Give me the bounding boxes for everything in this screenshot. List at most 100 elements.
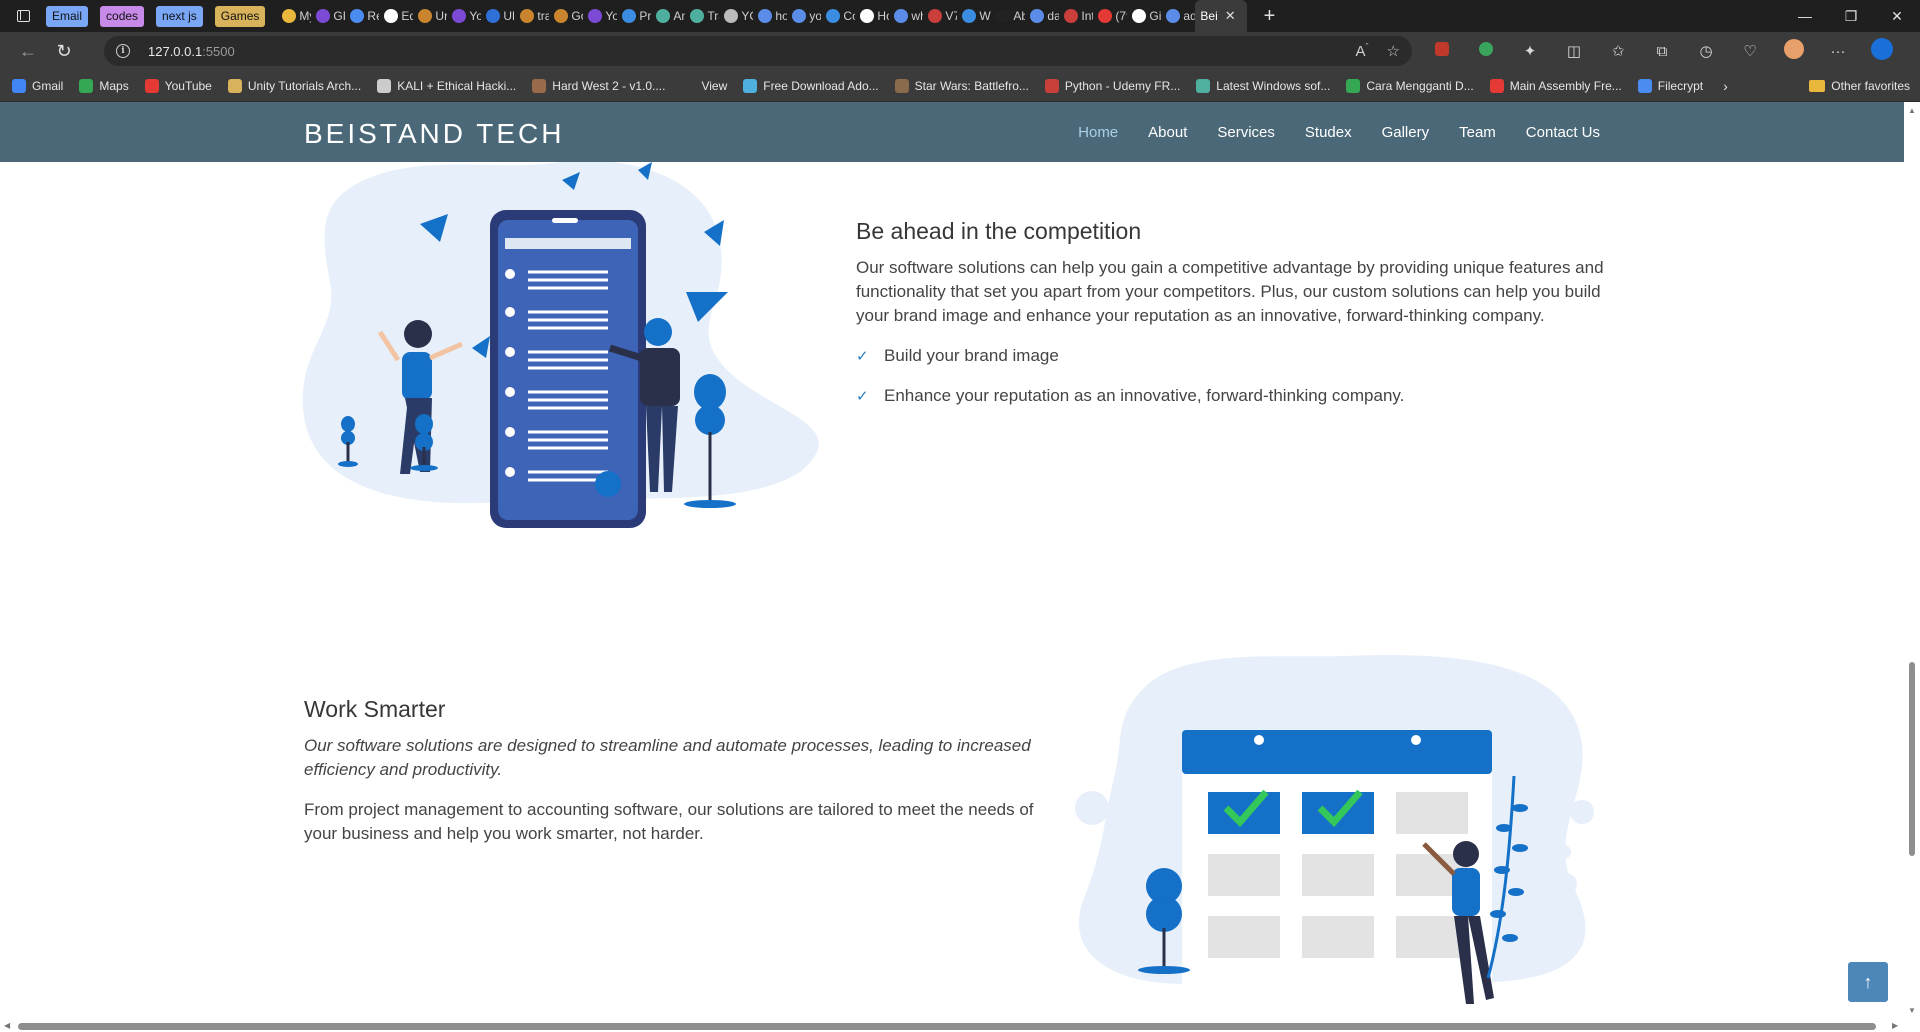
bookmark-item[interactable]: KALI + Ethical Hacki...: [377, 78, 516, 93]
horizontal-scroll-thumb[interactable]: [18, 1023, 1876, 1030]
nav-home[interactable]: Home: [1078, 124, 1118, 141]
chevron-right-icon[interactable]: ›: [1723, 78, 1728, 94]
bookmark-item[interactable]: Unity Tutorials Arch...: [227, 78, 361, 93]
list-item: ✓ Build your brand image: [856, 346, 1404, 386]
vertical-scroll-thumb[interactable]: [1909, 662, 1915, 856]
horizontal-scrollbar[interactable]: ◀ ▶: [0, 1020, 1904, 1032]
browser-tab[interactable]: Yo: [447, 0, 481, 32]
vertical-scrollbar[interactable]: ▲ ▼: [1904, 102, 1920, 1020]
other-favorites[interactable]: Other favorites: [1809, 79, 1910, 93]
favorite-star-icon[interactable]: ☆: [1387, 42, 1400, 60]
tab-favicon-icon: [588, 9, 603, 23]
tab-actions-icon[interactable]: [0, 0, 46, 32]
back-arrow-icon[interactable]: ←: [10, 35, 46, 67]
extension-icon[interactable]: [1464, 42, 1508, 60]
bookmark-item[interactable]: View: [681, 78, 727, 93]
bookmark-item[interactable]: Gmail: [12, 78, 63, 93]
tab-favicon-icon: [316, 9, 331, 23]
close-window-icon[interactable]: ✕: [1874, 0, 1920, 32]
favorites-icon[interactable]: ✩: [1596, 42, 1640, 60]
profile-avatar[interactable]: [1772, 39, 1816, 63]
browser-tab[interactable]: My: [277, 0, 311, 32]
nav-services[interactable]: Services: [1217, 124, 1275, 141]
browser-tab[interactable]: Co: [821, 0, 855, 32]
browser-tab[interactable]: Int: [1059, 0, 1093, 32]
performance-icon[interactable]: ♡: [1728, 42, 1772, 60]
browser-tab[interactable]: Ho: [855, 0, 889, 32]
browser-tab[interactable]: An: [651, 0, 685, 32]
nav-gallery[interactable]: Gallery: [1382, 124, 1430, 141]
tab-label: YC: [741, 9, 753, 23]
browser-tab[interactable]: Yo: [583, 0, 617, 32]
browser-tab[interactable]: Ul: [481, 0, 515, 32]
tab-group-nextjs[interactable]: next js: [156, 5, 203, 27]
back-to-top-button[interactable]: ↑: [1848, 962, 1888, 1002]
tab-favicon-icon: [1030, 9, 1045, 23]
tab-label: Ab: [1013, 9, 1026, 23]
bookmark-item[interactable]: YouTube: [144, 78, 212, 93]
browser-tab[interactable]: Go: [549, 0, 583, 32]
browser-tab[interactable]: Tra: [685, 0, 719, 32]
tab-group-codes[interactable]: codes: [100, 5, 145, 27]
tab-active[interactable]: Bei ✕: [1195, 0, 1248, 32]
bookmark-item[interactable]: Cara Mengganti D...: [1346, 78, 1474, 93]
plus-icon[interactable]: +: [1253, 5, 1285, 28]
browser-tab[interactable]: Wi: [957, 0, 991, 32]
bookmark-item[interactable]: Free Download Ado...: [743, 78, 879, 93]
browser-tab[interactable]: wh: [889, 0, 923, 32]
extensions-puzzle-icon[interactable]: ✦: [1508, 42, 1552, 60]
minimize-icon[interactable]: —: [1782, 0, 1828, 32]
scroll-up-arrow-icon[interactable]: ▲: [1908, 106, 1916, 115]
tab-label: wh: [911, 9, 923, 23]
bookmark-item[interactable]: Star Wars: Battlefro...: [894, 78, 1029, 93]
bookmark-item[interactable]: Hard West 2 - v1.0....: [532, 78, 665, 93]
nav-about[interactable]: About: [1148, 124, 1187, 141]
close-tab-icon[interactable]: ✕: [1225, 8, 1236, 24]
nav-contact-us[interactable]: Contact Us: [1526, 124, 1600, 141]
bookmark-item[interactable]: Latest Windows sof...: [1196, 78, 1330, 93]
browser-tab[interactable]: Pri: [617, 0, 651, 32]
browser-tab[interactable]: Re: [345, 0, 379, 32]
scroll-down-arrow-icon[interactable]: ▼: [1908, 1006, 1916, 1015]
browser-tab[interactable]: ho: [753, 0, 787, 32]
browser-tab[interactable]: Ur: [413, 0, 447, 32]
copilot-icon[interactable]: [1860, 38, 1904, 64]
bookmark-favicon-icon: [1346, 78, 1361, 93]
browser-tab[interactable]: da: [1025, 0, 1059, 32]
split-screen-icon[interactable]: ◫: [1552, 42, 1596, 60]
tab-label: tra: [537, 9, 550, 23]
browser-tab[interactable]: Gi: [1127, 0, 1161, 32]
browser-tab[interactable]: YC: [719, 0, 753, 32]
tab-group-email[interactable]: Email: [46, 5, 89, 27]
browser-tab[interactable]: Ed: [379, 0, 413, 32]
site-info-icon[interactable]: i: [116, 44, 130, 58]
restore-icon[interactable]: ❐: [1828, 0, 1874, 32]
bookmark-item[interactable]: Python - Udemy FR...: [1044, 78, 1180, 93]
tab-group-games[interactable]: Games: [214, 5, 266, 27]
more-menu-icon[interactable]: ···: [1816, 43, 1860, 60]
nav-team[interactable]: Team: [1459, 124, 1496, 141]
refresh-icon[interactable]: ↻: [46, 35, 82, 67]
browser-tab[interactable]: GF: [311, 0, 345, 32]
browser-tab[interactable]: tra: [515, 0, 549, 32]
history-icon[interactable]: ◷: [1684, 42, 1728, 60]
collections-icon[interactable]: ⧉: [1640, 43, 1684, 60]
scroll-left-arrow-icon[interactable]: ◀: [4, 1021, 10, 1030]
browser-tab[interactable]: Ab: [991, 0, 1025, 32]
browser-tab[interactable]: V7: [923, 0, 957, 32]
url-text[interactable]: 127.0.0.1:5500: [148, 44, 235, 59]
address-bar[interactable]: i 127.0.0.1:5500 Aˆ ☆: [104, 36, 1412, 66]
browser-tab[interactable]: ad: [1161, 0, 1195, 32]
bookmark-item[interactable]: Main Assembly Fre...: [1489, 78, 1622, 93]
scroll-right-arrow-icon[interactable]: ▶: [1892, 1021, 1898, 1030]
ublock-icon[interactable]: [1420, 42, 1464, 60]
browser-tab[interactable]: (79: [1093, 0, 1127, 32]
bookmark-item[interactable]: Filecrypt: [1637, 78, 1703, 93]
read-aloud-icon[interactable]: Aˆ: [1356, 42, 1369, 60]
tab-label: Int: [1081, 9, 1094, 23]
nav-studex[interactable]: Studex: [1305, 124, 1352, 141]
tab-favicon-icon: [282, 9, 297, 23]
bookmark-item[interactable]: Maps: [79, 78, 129, 93]
site-logo[interactable]: BEISTAND TECH: [304, 118, 564, 150]
browser-tab[interactable]: yo: [787, 0, 821, 32]
